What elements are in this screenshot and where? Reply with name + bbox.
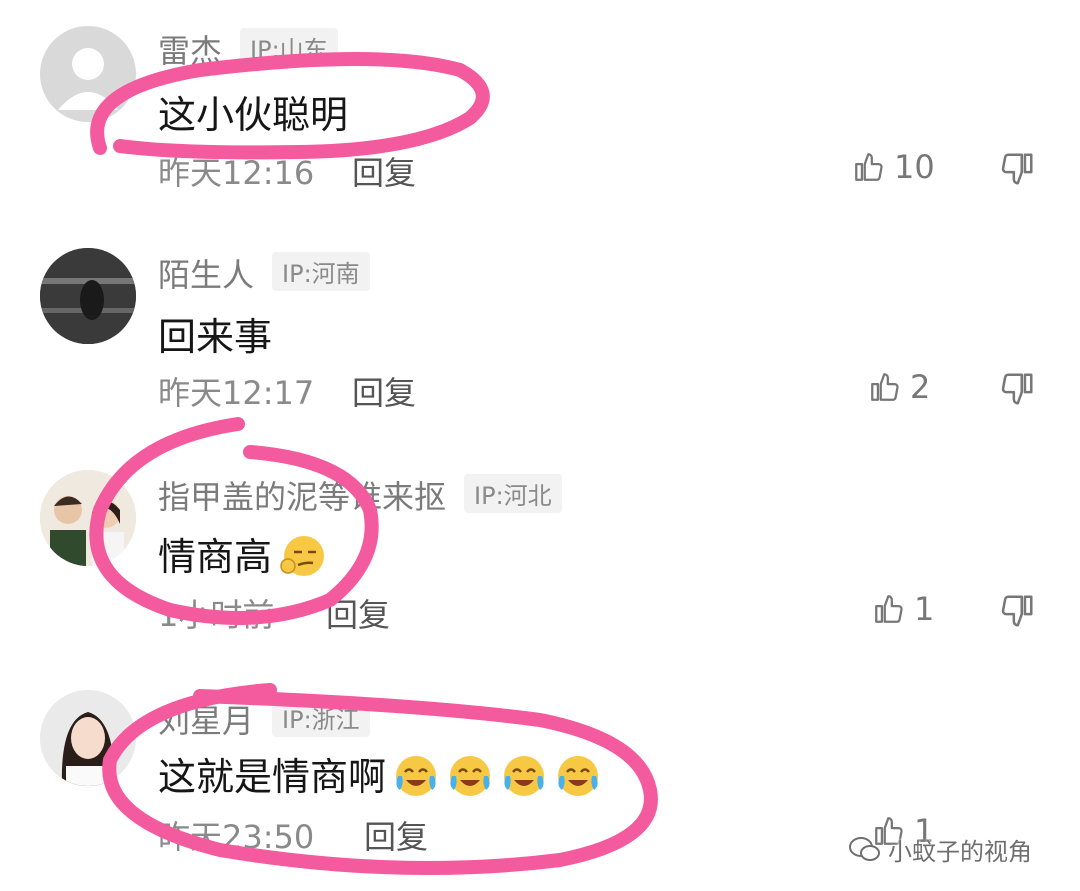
- ip-location-badge: IP:河南: [272, 252, 370, 291]
- reply-button[interactable]: 回复: [352, 148, 416, 194]
- comment-username[interactable]: 指甲盖的泥等谁来抠 IP:河北: [158, 472, 562, 518]
- tears-of-joy-emoji-icon: [396, 756, 437, 796]
- dark-photo-avatar: [40, 248, 136, 344]
- thumbs-up-icon: [855, 153, 883, 181]
- girl-photo-avatar: [40, 690, 136, 786]
- avatar[interactable]: [40, 690, 136, 786]
- comment-text: 这小伙聪明: [158, 93, 349, 137]
- tears-of-joy-emoji-icon: [558, 756, 599, 796]
- wechat-icon: [849, 836, 880, 861]
- watermark-text: 小蚊子的视角: [888, 838, 1032, 866]
- like-button[interactable]: 1: [872, 590, 934, 628]
- ip-location-badge: IP:河北: [464, 474, 562, 513]
- reply-button[interactable]: 回复: [326, 590, 390, 636]
- comment-text: 情商高: [158, 526, 326, 581]
- comment-username[interactable]: 雷杰 IP:山东: [158, 26, 338, 72]
- annotation-ellipse: [89, 417, 379, 625]
- thumbs-up-icon: [871, 373, 899, 401]
- ip-location-badge: IP:山东: [240, 28, 338, 67]
- tears-of-joy-emoji-icon: [504, 756, 545, 796]
- like-count: 2: [910, 368, 931, 406]
- comment-time: 昨天23:50: [158, 818, 315, 856]
- comment-username[interactable]: 陌生人 IP:河南: [158, 250, 370, 296]
- like-count: 10: [894, 148, 935, 186]
- children-photo-avatar: [40, 470, 136, 566]
- avatar[interactable]: [40, 248, 136, 344]
- avatar[interactable]: [40, 26, 136, 122]
- comment-text: 回来事: [158, 315, 273, 359]
- reply-button[interactable]: 回复: [364, 812, 428, 858]
- watermark: 小蚊子的视角: [848, 832, 1032, 867]
- thumbs-up-icon: [875, 595, 903, 623]
- reply-button[interactable]: 回复: [352, 368, 416, 414]
- like-count: 1: [914, 590, 935, 628]
- like-button[interactable]: 10: [852, 148, 935, 186]
- like-button[interactable]: 2: [868, 368, 930, 406]
- comment-time: 昨天12:16: [158, 154, 315, 192]
- thumbs-down-icon: [1001, 153, 1033, 185]
- dislike-button[interactable]: [998, 370, 1036, 412]
- tears-of-joy-emoji-icon: [450, 756, 491, 796]
- dislike-button[interactable]: [998, 592, 1036, 634]
- comment-username[interactable]: 刘星月 IP:浙江: [158, 696, 370, 742]
- avatar[interactable]: [40, 470, 136, 566]
- dislike-button[interactable]: [998, 150, 1036, 192]
- ip-location-badge: IP:浙江: [272, 698, 370, 737]
- smirk-emoji-icon: [280, 536, 325, 576]
- comment-time: 昨天12:17: [158, 374, 315, 412]
- thumbs-down-icon: [1001, 373, 1033, 405]
- comment-time: 1小时前: [158, 596, 275, 634]
- default-avatar-icon: [58, 48, 118, 110]
- thumbs-down-icon: [1001, 595, 1033, 627]
- comment-text: 这就是情商啊: [158, 746, 602, 801]
